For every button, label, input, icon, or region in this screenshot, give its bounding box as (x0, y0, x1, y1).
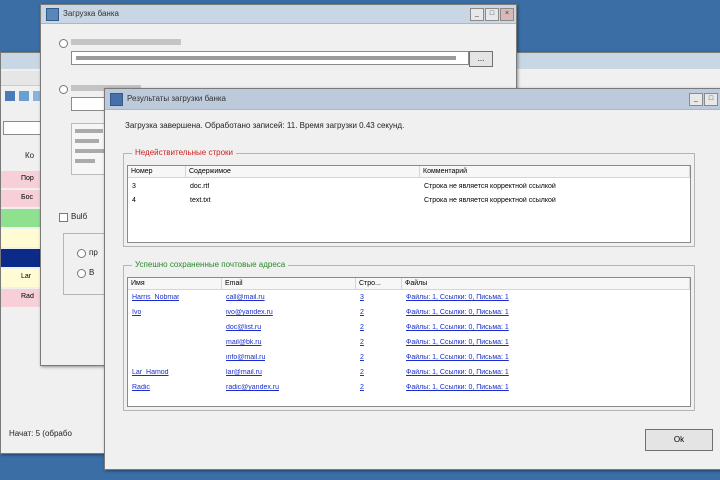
left-window-input[interactable] (3, 121, 45, 135)
maximize-icon[interactable]: □ (485, 8, 499, 21)
email-name-link[interactable]: Ivo (132, 309, 141, 316)
status-bar-text: Начат: 5 (обрабо (9, 429, 72, 438)
source-radio-file[interactable] (59, 39, 68, 48)
invalid-rows-label: Недействительные строки (132, 148, 236, 157)
email-name-link[interactable]: Harris_Nobmar (132, 294, 179, 301)
email-count[interactable]: 2 (360, 309, 364, 316)
column-header[interactable]: Номер (128, 166, 186, 178)
option-radio-b-label: В (89, 268, 95, 277)
table-row[interactable]: info@mail.ru 2 Файлы: 1, Ссылки: 0, Пись… (128, 354, 690, 366)
invalid-rows-list[interactable]: Номер Содержимое Комментарий 3 doc.rtf С… (127, 165, 691, 243)
browse-button[interactable]: ... (469, 51, 493, 67)
saved-emails-list[interactable]: Имя Email Стро... Файлы Harris_Nobmar ca… (127, 277, 691, 407)
email-files-link[interactable]: Файлы: 1, Ссылки: 0, Письма: 1 (406, 369, 509, 376)
option-radio-a-label: пр (89, 248, 98, 257)
left-window-toolbar (5, 89, 45, 105)
left-window-column-label: Ко (25, 151, 35, 160)
table-row[interactable]: Lar (1, 269, 41, 287)
dialog-title: Результаты загрузки банка (127, 94, 226, 103)
email-count[interactable]: 2 (360, 339, 364, 346)
email-address-link[interactable]: info@mail.ru (226, 354, 265, 361)
source-radio-label (71, 39, 181, 45)
table-row[interactable]: Rad (1, 289, 41, 307)
maximize-icon[interactable]: □ (704, 93, 718, 106)
window-title: Загрузка банка (63, 9, 119, 18)
bank-load-titlebar: Загрузка банка _ □ × (41, 5, 516, 24)
minimize-icon[interactable]: _ (470, 8, 484, 21)
column-header[interactable]: Имя (128, 278, 222, 290)
email-files-link[interactable]: Файлы: 1, Ссылки: 0, Письма: 1 (406, 339, 509, 346)
source-radio-list[interactable] (59, 85, 68, 94)
email-count[interactable]: 3 (360, 294, 364, 301)
table-row[interactable] (1, 209, 41, 227)
table-row[interactable] (1, 229, 41, 247)
table-row[interactable]: doc@list.ru 2 Файлы: 1, Ссылки: 0, Письм… (128, 324, 690, 336)
table-row[interactable]: Lar_Hamod lar@mail.ru 2 Файлы: 1, Ссылки… (128, 369, 690, 381)
table-row[interactable]: Ivo ivo@yandex.ru 2 Файлы: 1, Ссылки: 0,… (128, 309, 690, 321)
mode-label: Bulб (71, 212, 88, 221)
table-row-selected[interactable] (1, 249, 41, 267)
column-header[interactable]: Стро... (356, 278, 402, 290)
column-header[interactable]: Email (222, 278, 356, 290)
email-count[interactable]: 2 (360, 384, 364, 391)
option-radio-b[interactable] (77, 269, 86, 278)
email-count[interactable]: 2 (360, 369, 364, 376)
table-row[interactable]: Пор (1, 171, 41, 188)
table-row[interactable]: 4 text.txt Строка не является корректной… (128, 196, 690, 208)
dialog-titlebar: Результаты загрузки банка _ □ (105, 89, 720, 110)
load-summary: Загрузка завершена. Обработано записей: … (125, 121, 405, 130)
email-address-link[interactable]: radic@yandex.ru (226, 384, 279, 391)
table-row[interactable]: Бос (1, 190, 41, 207)
saved-emails-label: Успешно сохраненные почтовые адреса (132, 260, 289, 269)
email-files-link[interactable]: Файлы: 1, Ссылки: 0, Письма: 1 (406, 309, 509, 316)
table-row[interactable]: 3 doc.rtf Строка не является корректной … (128, 182, 690, 194)
table-row[interactable]: mail@bk.ru 2 Файлы: 1, Ссылки: 0, Письма… (128, 339, 690, 351)
email-files-link[interactable]: Файлы: 1, Ссылки: 0, Письма: 1 (406, 384, 509, 391)
window-icon (46, 8, 59, 21)
email-address-link[interactable]: mail@bk.ru (226, 339, 262, 346)
mode-checkbox[interactable] (59, 213, 68, 222)
dialog-icon (110, 93, 123, 106)
column-header[interactable]: Файлы (402, 278, 690, 290)
email-address-link[interactable]: doc@list.ru (226, 324, 261, 331)
table-row[interactable]: Harris_Nobmar call@mail.ru 3 Файлы: 1, С… (128, 294, 690, 306)
minimize-icon[interactable]: _ (689, 93, 703, 106)
toolbar-icon[interactable] (5, 91, 15, 101)
email-files-link[interactable]: Файлы: 1, Ссылки: 0, Письма: 1 (406, 324, 509, 331)
email-name-link[interactable]: Lar_Hamod (132, 369, 169, 376)
column-header[interactable]: Комментарий (420, 166, 690, 178)
email-files-link[interactable]: Файлы: 1, Ссылки: 0, Письма: 1 (406, 294, 509, 301)
toolbar-icon[interactable] (19, 91, 29, 101)
email-address-link[interactable]: call@mail.ru (226, 294, 265, 301)
option-radio-a[interactable] (77, 249, 86, 258)
ok-button[interactable]: Ok (645, 429, 713, 451)
email-name-link[interactable]: Radic (132, 384, 150, 391)
email-address-link[interactable]: lar@mail.ru (226, 369, 262, 376)
load-results-dialog: Результаты загрузки банка _ □ Загрузка з… (104, 88, 720, 470)
table-row[interactable]: Radic radic@yandex.ru 2 Файлы: 1, Ссылки… (128, 384, 690, 396)
close-icon[interactable]: × (500, 8, 514, 21)
email-count[interactable]: 2 (360, 324, 364, 331)
email-files-link[interactable]: Файлы: 1, Ссылки: 0, Письма: 1 (406, 354, 509, 361)
column-header[interactable]: Содержимое (186, 166, 420, 178)
email-address-link[interactable]: ivo@yandex.ru (226, 309, 273, 316)
email-count[interactable]: 2 (360, 354, 364, 361)
file-path-input[interactable] (71, 51, 469, 65)
